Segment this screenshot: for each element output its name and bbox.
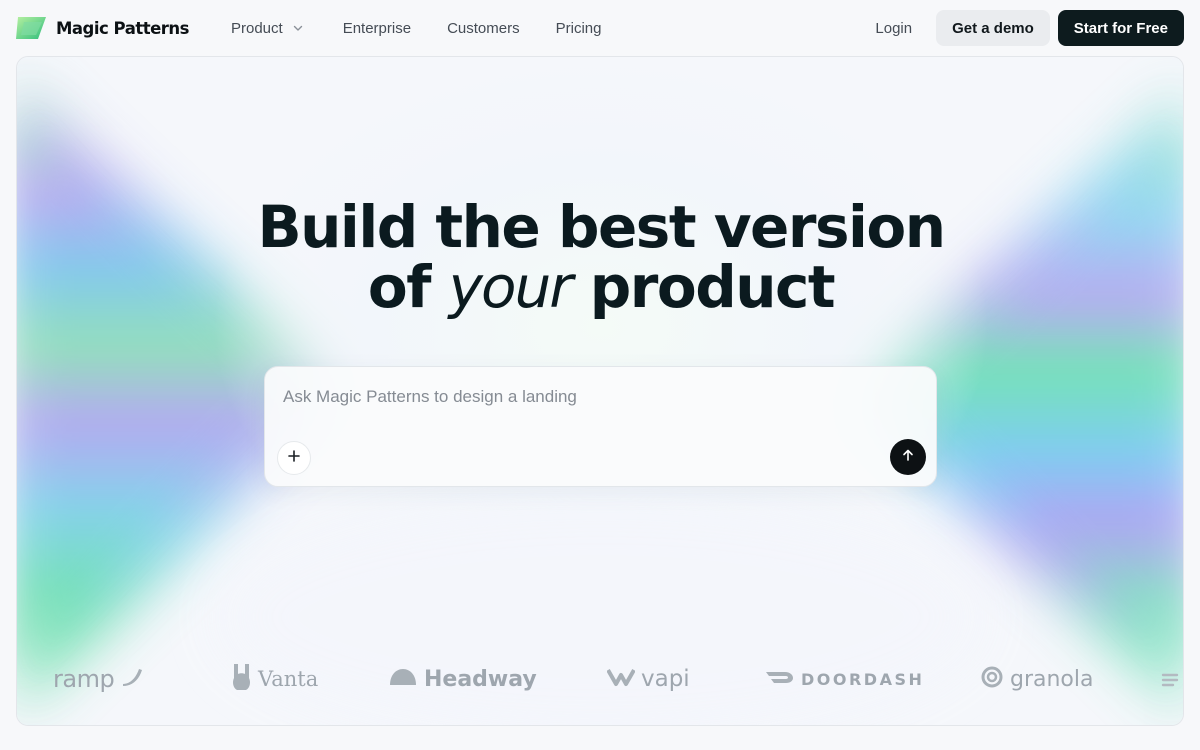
login-button[interactable]: Login	[859, 10, 928, 46]
nav-item-product[interactable]: Product	[215, 10, 321, 46]
brand-logo[interactable]: Magic Patterns	[16, 15, 190, 41]
nav-item-label: Pricing	[555, 19, 602, 37]
brand-name: Magic Patterns	[56, 18, 190, 38]
hero-section: Build the best version of your product r…	[16, 56, 1184, 726]
nav-item-customers[interactable]: Customers	[431, 10, 536, 46]
prompt-box	[264, 366, 937, 487]
vapi-mark-icon	[606, 666, 636, 693]
logo-doordash: DOORDASH	[765, 657, 924, 701]
nav-item-enterprise[interactable]: Enterprise	[327, 10, 427, 46]
logo-headway: Headway	[388, 657, 537, 701]
hero-headline: Build the best version of your product	[17, 197, 1183, 317]
doordash-dash-icon	[765, 669, 795, 690]
get-demo-button[interactable]: Get a demo	[936, 10, 1050, 46]
granola-ring-icon	[980, 665, 1004, 694]
top-nav: Magic Patterns Product Enterprise Custom…	[0, 0, 1200, 56]
nav-item-label: Customers	[447, 19, 520, 37]
headline-line2-post: product	[589, 253, 836, 321]
headline-emphasis: your	[448, 253, 573, 321]
logo-ramp: ramp	[53, 657, 144, 701]
nav-actions: Login Get a demo Start for Free	[859, 10, 1184, 46]
arrow-up-icon	[901, 448, 915, 467]
nav-item-label: Product	[231, 19, 283, 37]
chevron-down-icon	[291, 21, 305, 35]
logo-vanta: Vanta	[230, 657, 318, 701]
plus-icon	[287, 449, 301, 468]
main-nav: Product Enterprise Customers Pricing	[215, 0, 617, 56]
prompt-input[interactable]	[283, 383, 903, 411]
nav-item-pricing[interactable]: Pricing	[540, 10, 618, 46]
magic-patterns-logo-icon	[16, 15, 50, 41]
logo-vapi: vapi	[606, 657, 690, 701]
send-button[interactable]	[890, 439, 926, 475]
customer-logos: ramp Vanta Headway vapi DOORDASH granola	[17, 657, 1183, 701]
headline-line1: Build the best version	[257, 193, 946, 261]
logo-granola: granola	[980, 657, 1094, 701]
nav-item-label: Enterprise	[342, 19, 412, 37]
logo-partial	[1161, 657, 1179, 701]
headline-line2-pre: of	[367, 253, 432, 321]
add-attachment-button[interactable]	[277, 441, 311, 475]
vanta-rabbit-icon	[230, 662, 252, 697]
ramp-mark-icon	[120, 666, 144, 693]
headway-cloud-icon	[388, 665, 418, 694]
start-free-button[interactable]: Start for Free	[1057, 10, 1184, 46]
